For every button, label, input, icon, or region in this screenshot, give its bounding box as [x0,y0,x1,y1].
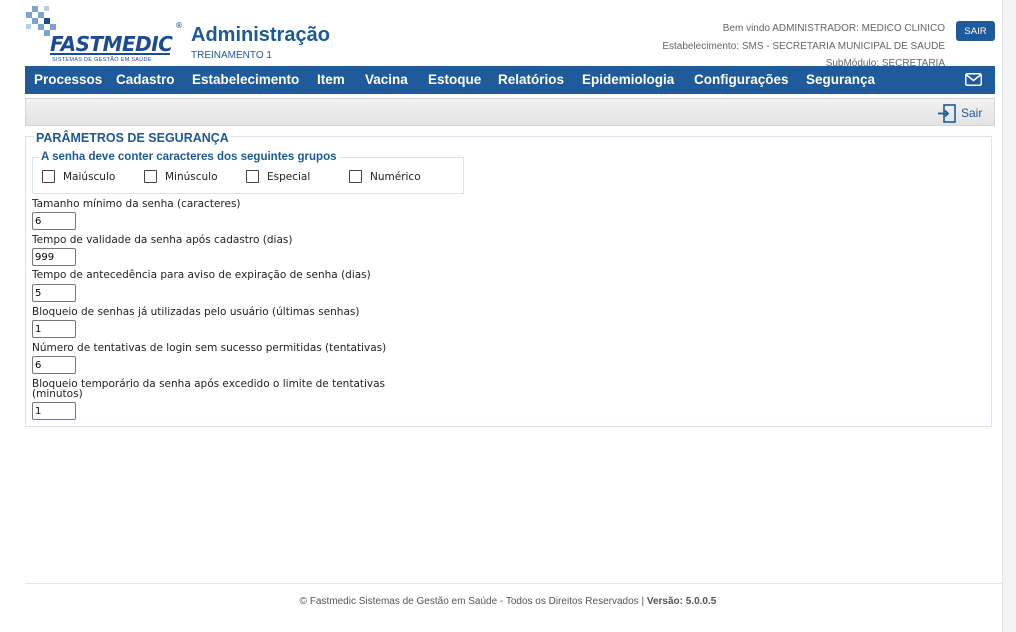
expiration-warning-label: Tempo de antecedência para aviso de expi… [32,269,371,281]
main-menu: Processos Cadastro Estabelecimento Item … [25,66,995,94]
checkbox-label: Minúsculo [165,170,218,183]
menu-relatorios[interactable]: Relatórios [498,72,564,87]
logo-underline [50,53,170,55]
action-toolbar: Sair [25,98,995,126]
lockout-time-label-unit: (minutos) [32,388,83,400]
expiration-warning-input[interactable] [32,284,76,302]
fastmedic-logo: FASTMEDIC ® SISTEMAS DE GESTÃO EM SAÚDE [26,6,183,63]
checkbox-label: Maiúsculo [63,170,116,183]
min-length-label: Tamanho mínimo da senha (caracteres) [32,198,241,210]
footer-copyright: © Fastmedic Sistemas de Gestão em Saúde … [299,596,647,607]
page: FASTMEDIC ® SISTEMAS DE GESTÃO EM SAÚDE … [14,0,1002,632]
lockout-time-input[interactable] [32,402,76,420]
establishment-text: Estabelecimento: SMS - SECRETARIA MUNICI… [662,40,945,52]
user-info: Bem vindo ADMINISTRADOR: MEDICO CLINICO … [662,20,945,73]
password-history-label: Bloqueio de senhas já utilizadas pelo us… [32,306,360,318]
footer: © Fastmedic Sistemas de Gestão em Saúde … [14,596,1002,607]
panel-title: PARÂMETROS DE SEGURANÇA [34,131,231,145]
footer-divider [25,583,1002,584]
footer-version: Versão: 5.0.0.5 [646,596,717,607]
lockout-time-label: Bloqueio temporário da senha após excedi… [32,378,386,390]
checkbox-minusculo[interactable]: Minúsculo [144,170,218,183]
group-title: A senha deve conter caracteres dos segui… [39,151,339,163]
welcome-text: Bem vindo ADMINISTRADOR: MEDICO CLINICO [722,23,945,34]
exit-label: Sair [961,106,983,120]
checkbox-numerico[interactable]: Numérico [349,170,421,183]
password-history-input[interactable] [32,320,76,338]
menu-estabelecimento[interactable]: Estabelecimento [192,72,299,87]
checkbox-label: Especial [267,170,311,183]
checkbox-box[interactable] [42,170,55,183]
min-length-input[interactable] [32,212,76,230]
checkbox-label: Numérico [370,170,421,183]
left-margin [0,0,14,632]
checkbox-box[interactable] [349,170,362,183]
validity-label: Tempo de validade da senha após cadastro… [32,234,293,246]
exit-door-icon [938,103,956,123]
menu-cadastro[interactable]: Cadastro [116,72,175,87]
menu-vacina[interactable]: Vacina [365,72,408,87]
menu-epidemiologia[interactable]: Epidemiologia [582,72,674,87]
registered-mark: ® [175,21,183,30]
security-parameters-panel: PARÂMETROS DE SEGURANÇA A senha deve con… [25,131,992,427]
exit-button[interactable]: Sair [938,103,982,123]
login-attempts-input[interactable] [32,356,76,374]
menu-seguranca[interactable]: Segurança [806,72,875,87]
validity-input[interactable] [32,248,76,266]
checkbox-box[interactable] [144,170,157,183]
checkbox-box[interactable] [246,170,259,183]
right-scroll-rail [1002,0,1016,632]
logout-button[interactable]: SAIR [956,21,995,41]
checkbox-especial[interactable]: Especial [246,170,310,183]
envelope-icon[interactable] [965,73,982,86]
brand-tagline: SISTEMAS DE GESTÃO EM SAÚDE [52,57,152,63]
password-groups-fieldset: A senha deve conter caracteres dos segui… [32,151,464,194]
login-attempts-label: Número de tentativas de login sem sucess… [32,342,387,354]
menu-configuracoes[interactable]: Configurações [694,72,789,87]
menu-processos[interactable]: Processos [34,72,102,87]
page-title: Administração [191,24,330,46]
menu-estoque[interactable]: Estoque [428,72,481,87]
page-subtitle: TREINAMENTO 1 [191,50,272,61]
menu-item[interactable]: Item [317,72,345,87]
checkbox-maiusculo[interactable]: Maiúsculo [42,170,115,183]
